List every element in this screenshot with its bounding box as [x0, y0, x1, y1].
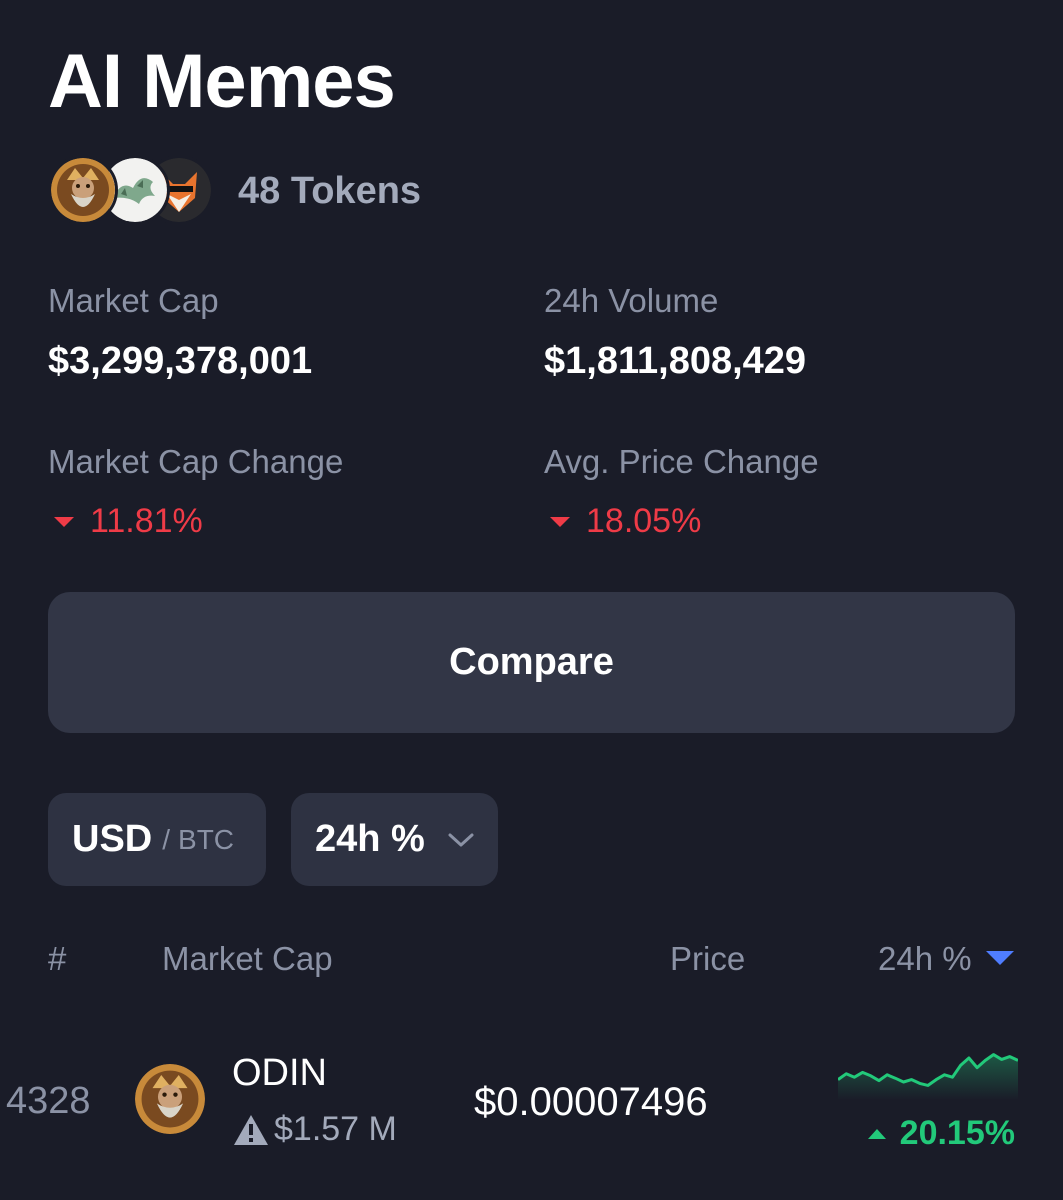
- token-count: 48 Tokens: [238, 169, 422, 212]
- page-title: AI Memes: [48, 39, 396, 124]
- coin-name: ODIN: [232, 1052, 327, 1094]
- chevron-down-icon: [447, 832, 475, 848]
- market-cap-value: $3,299,378,001: [48, 340, 313, 382]
- change-column-label: 24h %: [878, 940, 972, 977]
- coin-change: 20.15%: [867, 1114, 1015, 1153]
- market-cap-column-header[interactable]: Market Cap: [162, 940, 333, 978]
- decrease-arrow-icon: [54, 516, 74, 527]
- change-column-header[interactable]: 24h %: [878, 940, 1014, 978]
- token-avatar-stack: [48, 155, 216, 227]
- period-label: 24h %: [315, 818, 425, 860]
- warning-icon: [232, 1113, 270, 1147]
- coin-change-value: 20.15%: [899, 1114, 1015, 1152]
- sparkline-area: [838, 1054, 1018, 1100]
- market-cap-change-value: 11.81%: [90, 502, 203, 540]
- coin-market-cap-value: $1.57 M: [274, 1110, 397, 1148]
- price-column-header[interactable]: Price: [670, 940, 745, 978]
- coin-market-cap: $1.57 M: [232, 1110, 397, 1149]
- sort-descending-icon[interactable]: [985, 951, 1014, 966]
- currency-usd[interactable]: USD: [72, 818, 152, 861]
- row-rank: 4328: [6, 1080, 91, 1122]
- odin-coin-icon: [135, 1064, 205, 1134]
- odin-token-icon: [48, 155, 118, 225]
- currency-toggle[interactable]: USD / BTC: [48, 793, 266, 886]
- avg-price-change: 18.05%: [544, 502, 701, 541]
- avg-price-change-value: 18.05%: [586, 502, 702, 540]
- market-cap-label: Market Cap: [48, 282, 219, 319]
- table-row[interactable]: 4328 ODIN $1.57 M $0.00007496 20.15%: [0, 1040, 1063, 1170]
- volume-label: 24h Volume: [544, 282, 719, 319]
- volume-value: $1,811,808,429: [544, 340, 807, 382]
- market-cap-change-label: Market Cap Change: [48, 443, 344, 480]
- increase-arrow-icon: [867, 1128, 886, 1139]
- decrease-arrow-icon: [550, 516, 570, 527]
- token-summary: 48 Tokens: [48, 155, 421, 227]
- currency-btc[interactable]: BTC: [178, 824, 234, 856]
- rank-column-header[interactable]: #: [48, 940, 66, 978]
- currency-separator: /: [162, 823, 171, 855]
- market-cap-change: 11.81%: [48, 502, 203, 541]
- period-dropdown[interactable]: 24h %: [291, 793, 498, 886]
- compare-button[interactable]: Compare: [48, 592, 1015, 733]
- avg-price-change-label: Avg. Price Change: [544, 443, 819, 480]
- sparkline-chart: [838, 1053, 1018, 1100]
- coin-price: $0.00007496: [474, 1080, 708, 1124]
